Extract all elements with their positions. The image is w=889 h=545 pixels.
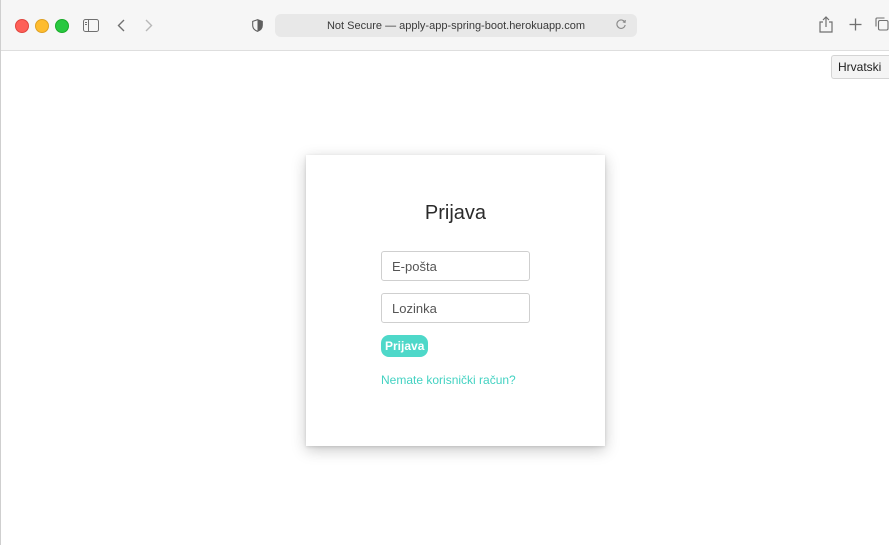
- password-field[interactable]: [381, 293, 530, 323]
- minimize-window-button[interactable]: [35, 19, 49, 33]
- email-field[interactable]: [381, 251, 530, 281]
- register-link[interactable]: Nemate korisnički račun?: [381, 373, 516, 387]
- login-title: Prijava: [424, 202, 487, 224]
- chevron-left-icon[interactable]: [113, 15, 129, 35]
- zoom-window-button[interactable]: [55, 19, 69, 33]
- browser-toolbar: Not Secure — apply-app-spring-boot.herok…: [1, 0, 889, 51]
- translate-language-popover[interactable]: Hrvatski: [831, 55, 889, 79]
- share-icon[interactable]: [818, 13, 834, 35]
- url-text: Not Secure — apply-app-spring-boot.herok…: [326, 19, 586, 32]
- chevron-right-icon[interactable]: [141, 15, 157, 35]
- tabs-icon[interactable]: [874, 15, 889, 33]
- address-bar[interactable]: Not Secure — apply-app-spring-boot.herok…: [275, 14, 637, 37]
- reload-icon[interactable]: [615, 18, 629, 32]
- login-button[interactable]: Prijava: [381, 335, 429, 357]
- translate-language-label: Hrvatski: [838, 60, 882, 74]
- shield-icon[interactable]: [249, 15, 265, 35]
- browser-window: Not Secure — apply-app-spring-boot.herok…: [0, 0, 889, 545]
- close-window-button[interactable]: [15, 19, 29, 33]
- login-card: Prijava Prijava Nemate korisnički račun?: [306, 155, 605, 446]
- plus-icon[interactable]: [847, 14, 863, 34]
- sidebar-icon[interactable]: [81, 17, 101, 33]
